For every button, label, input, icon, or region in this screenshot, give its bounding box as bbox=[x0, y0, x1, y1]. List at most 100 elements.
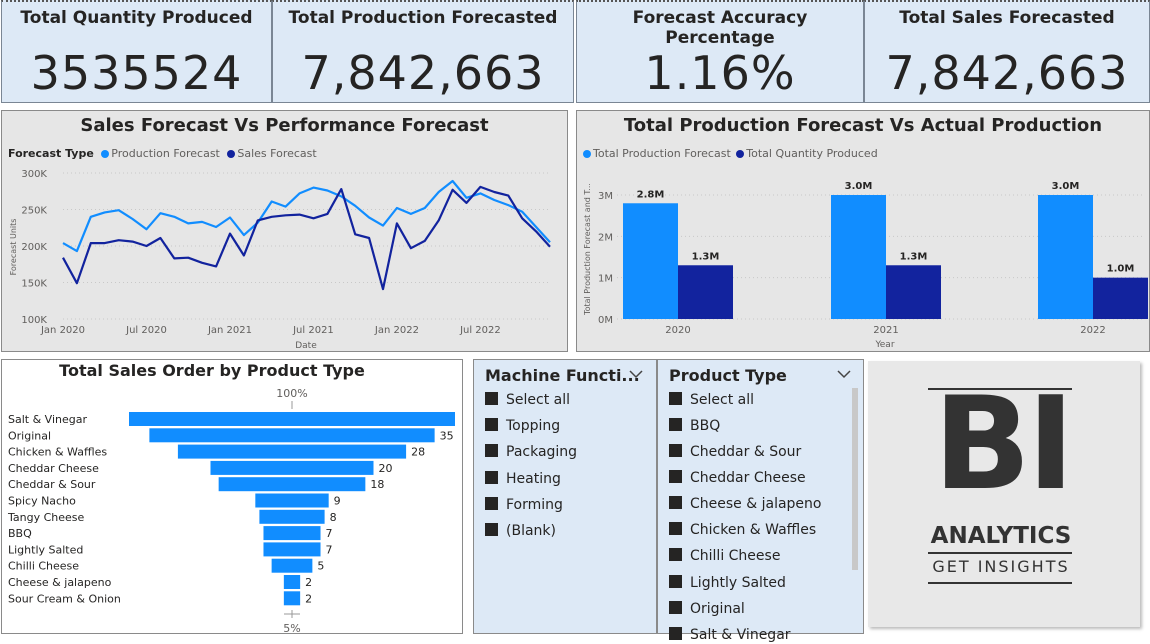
funnel-bar[interactable] bbox=[129, 412, 455, 426]
bar-produced[interactable] bbox=[886, 265, 941, 319]
funnel-bar[interactable] bbox=[283, 591, 301, 606]
funnel-category-label: Spicy Nacho bbox=[8, 495, 76, 508]
kpi-value: 7,842,663 bbox=[301, 46, 545, 100]
slicer-item[interactable]: Topping bbox=[485, 417, 560, 435]
data-label: 1.3M bbox=[692, 251, 720, 262]
slicer-item-label: Lightly Salted bbox=[690, 575, 786, 591]
y-tick-label: 1M bbox=[598, 274, 613, 285]
funnel-value-label: 7 bbox=[326, 543, 333, 556]
slicer-item[interactable]: BBQ bbox=[669, 417, 720, 435]
chevron-down-icon[interactable] bbox=[628, 366, 644, 382]
bar-produced[interactable] bbox=[1093, 277, 1148, 319]
x-tick-label: Jul 2021 bbox=[292, 325, 334, 336]
slicer-item-label: Select all bbox=[506, 392, 570, 408]
checkbox[interactable] bbox=[485, 418, 498, 431]
data-label: 2.8M bbox=[637, 189, 665, 200]
funnel-value-label: 5 bbox=[317, 560, 324, 573]
bar-forecast[interactable] bbox=[623, 203, 678, 319]
y-axis-label: Total Production Forecast and T... bbox=[583, 183, 592, 316]
slicer-item[interactable]: Forming bbox=[485, 496, 563, 514]
bar-forecast[interactable] bbox=[1038, 195, 1093, 319]
logo-panel: BI ANALYTICS GET INSIGHTS bbox=[868, 361, 1140, 627]
checkbox[interactable] bbox=[669, 548, 682, 561]
x-tick-label: Jan 2022 bbox=[374, 325, 419, 336]
funnel-category-label: Cheddar Cheese bbox=[8, 462, 99, 475]
machine-function-slicer[interactable]: Machine Functi... Select all Topping Packa… bbox=[473, 359, 657, 634]
slicer-item[interactable]: Chilli Cheese bbox=[669, 547, 780, 565]
funnel-panel[interactable]: Total Sales Order by Product Type 100% 5… bbox=[1, 359, 463, 635]
funnel-bottom-percent: 5% bbox=[283, 622, 300, 635]
slicer-item[interactable]: Original bbox=[669, 600, 745, 618]
funnel-bar[interactable] bbox=[255, 493, 329, 508]
kpi-card-sales-forecasted: Total Sales Forecasted 7,842,663 bbox=[864, 0, 1150, 103]
y-tick-label: 2M bbox=[598, 232, 613, 243]
checkbox[interactable] bbox=[669, 444, 682, 457]
line-chart-panel[interactable]: Sales Forecast Vs Performance Forecast F… bbox=[1, 110, 568, 352]
funnel-bar[interactable] bbox=[263, 526, 321, 541]
slicer-item[interactable]: Packaging bbox=[485, 443, 577, 461]
funnel-bar[interactable] bbox=[218, 477, 366, 492]
checkbox[interactable] bbox=[485, 392, 498, 405]
data-label: 1.3M bbox=[900, 251, 928, 262]
kpi-card-forecast-accuracy: Forecast Accuracy Percentage 1.16% bbox=[576, 0, 864, 103]
checkbox[interactable] bbox=[669, 392, 682, 405]
funnel-category-label: Cheese & jalapeno bbox=[8, 576, 112, 589]
checkbox[interactable] bbox=[485, 471, 498, 484]
funnel-bar[interactable] bbox=[263, 542, 321, 557]
slicer-item-label: Packaging bbox=[506, 444, 578, 460]
funnel-bar[interactable] bbox=[283, 575, 301, 589]
funnel-value-label: 7 bbox=[326, 527, 333, 540]
slicer-title: Product Type bbox=[669, 366, 787, 385]
bar-chart-panel[interactable]: Total Production Forecast Vs Actual Prod… bbox=[576, 110, 1150, 352]
funnel-category-label: Lightly Salted bbox=[8, 543, 83, 556]
kpi-value: 1.16% bbox=[644, 46, 796, 100]
slicer-item[interactable]: Select all bbox=[669, 391, 754, 409]
checkbox[interactable] bbox=[485, 497, 498, 510]
logo-get-insights: GET INSIGHTS bbox=[932, 557, 1070, 576]
y-tick-label: 3M bbox=[598, 191, 613, 202]
slicer-item[interactable]: Cheddar Cheese bbox=[669, 469, 806, 487]
x-tick-label: Jan 2020 bbox=[40, 325, 85, 336]
slicer-item[interactable]: (Blank) bbox=[485, 522, 556, 540]
checkbox[interactable] bbox=[669, 418, 682, 431]
checkbox[interactable] bbox=[485, 523, 498, 536]
slicer-item-label: (Blank) bbox=[506, 523, 556, 539]
checkbox[interactable] bbox=[669, 575, 682, 588]
funnel-bar[interactable] bbox=[177, 444, 407, 459]
funnel-bar[interactable] bbox=[271, 558, 313, 573]
slicer-item[interactable]: Cheese & jalapeno bbox=[669, 495, 821, 513]
scrollbar[interactable] bbox=[852, 388, 858, 570]
kpi-card-production-forecasted: Total Production Forecasted 7,842,663 bbox=[272, 0, 574, 103]
data-label: 1.0M bbox=[1107, 264, 1135, 275]
checkbox[interactable] bbox=[669, 522, 682, 535]
funnel-bar[interactable] bbox=[210, 460, 374, 475]
slicer-item[interactable]: Salt & Vinegar bbox=[669, 626, 791, 644]
logo-bi: BI bbox=[933, 370, 1074, 519]
checkbox[interactable] bbox=[485, 444, 498, 457]
product-type-slicer[interactable]: Product Type Select all BBQ Cheddar & Sour… bbox=[657, 359, 864, 643]
slicer-item[interactable]: Chicken & Waffles bbox=[669, 521, 816, 539]
kpi-value: 3535524 bbox=[30, 46, 243, 100]
bar-produced[interactable] bbox=[678, 265, 733, 319]
slicer-item[interactable]: Heating bbox=[485, 470, 561, 488]
chevron-down-icon[interactable] bbox=[836, 366, 852, 382]
y-axis-label: Forecast Units bbox=[9, 219, 18, 276]
slicer-item[interactable]: Lightly Salted bbox=[669, 574, 786, 592]
slicer-item-label: Salt & Vinegar bbox=[690, 627, 791, 643]
y-tick-label: 0M bbox=[598, 315, 613, 326]
funnel-bar[interactable] bbox=[259, 509, 325, 524]
checkbox[interactable] bbox=[669, 470, 682, 483]
funnel-category-label: Salt & Vinegar bbox=[8, 413, 87, 426]
slicer-item-label: Topping bbox=[506, 418, 561, 434]
funnel-category-label: Chicken & Waffles bbox=[8, 446, 107, 459]
series-line-sales-forecast[interactable] bbox=[62, 185, 551, 291]
logo-analytics: ANALYTICS bbox=[930, 523, 1072, 549]
funnel-bar[interactable] bbox=[149, 428, 435, 443]
x-tick-label: 2020 bbox=[665, 325, 690, 336]
slicer-item[interactable]: Select all bbox=[485, 391, 570, 409]
checkbox[interactable] bbox=[669, 601, 682, 614]
slicer-item[interactable]: Cheddar & Sour bbox=[669, 443, 801, 461]
bar-forecast[interactable] bbox=[831, 195, 886, 319]
checkbox[interactable] bbox=[669, 496, 682, 509]
y-tick-label: 150K bbox=[21, 279, 47, 290]
